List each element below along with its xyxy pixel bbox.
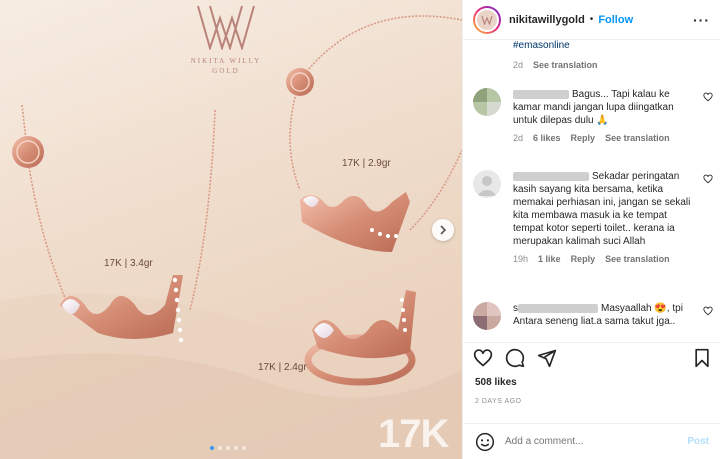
comment-like-icon[interactable] bbox=[703, 306, 713, 316]
caption-hashtag[interactable]: #emasonline bbox=[513, 40, 570, 51]
reply-button[interactable]: Reply bbox=[571, 133, 596, 143]
brand-logo: NIKITA WILLY GOLD bbox=[186, 4, 266, 75]
likes-count[interactable]: 508 likes bbox=[475, 377, 517, 388]
comment-likes[interactable]: 1 like bbox=[538, 254, 561, 264]
comment-meta: 2d 6 likes Reply See translation bbox=[513, 133, 670, 143]
bracelet-weight-label: 17K | 2.9gr bbox=[342, 158, 391, 169]
commenter-avatar[interactable] bbox=[473, 88, 501, 116]
follow-button[interactable]: Follow bbox=[598, 14, 633, 26]
carousel-dot bbox=[242, 446, 246, 450]
more-options-button[interactable]: ··· bbox=[693, 12, 710, 28]
caption-age: 2d bbox=[513, 60, 524, 70]
add-comment-bar: Post bbox=[463, 423, 720, 459]
caption-meta: 2d See translation bbox=[513, 60, 598, 70]
post-date: 2 DAYS AGO bbox=[475, 398, 522, 405]
brand-avatar-icon bbox=[481, 15, 493, 25]
avatar[interactable] bbox=[473, 5, 501, 34]
share-icon bbox=[537, 349, 557, 367]
commenter-username-blur bbox=[518, 303, 598, 313]
commenter-avatar[interactable] bbox=[473, 170, 501, 198]
next-slide-button[interactable] bbox=[432, 219, 454, 241]
carousel-dot bbox=[218, 446, 222, 450]
commenter-avatar[interactable] bbox=[473, 302, 501, 330]
see-translation-button[interactable]: See translation bbox=[605, 133, 670, 143]
comment-icon bbox=[505, 348, 525, 367]
emoji-button[interactable] bbox=[475, 432, 495, 452]
brand-name-line2: GOLD bbox=[212, 67, 240, 75]
comment-likes[interactable]: 6 likes bbox=[533, 133, 561, 143]
separator-dot: • bbox=[589, 14, 594, 25]
bookmark-icon bbox=[695, 348, 709, 367]
commenter-username[interactable] bbox=[513, 89, 569, 99]
share-button[interactable] bbox=[537, 348, 557, 368]
carousel-dot bbox=[234, 446, 238, 450]
post-header: nikitawillygold • Follow ··· bbox=[463, 0, 720, 40]
comment-button[interactable] bbox=[505, 348, 525, 368]
comment-text: Bagus... Tapi kalau ke kamar mandi janga… bbox=[513, 89, 674, 126]
post-comment-button[interactable]: Post bbox=[687, 436, 709, 447]
comment-like-icon[interactable] bbox=[703, 174, 713, 184]
comment-text: Sekadar peringatan kasih sayang kita ber… bbox=[513, 171, 691, 247]
carousel-dot bbox=[226, 446, 230, 450]
brand-name-line1: NIKITA WILLY bbox=[190, 57, 262, 65]
save-button[interactable] bbox=[693, 348, 711, 368]
comment-like-icon[interactable] bbox=[703, 92, 713, 102]
comment-item: s Masyaallah 😍, tpi Antara seneng liat.a … bbox=[473, 302, 713, 330]
necklace-weight-label: 17K | 3.4gr bbox=[104, 258, 153, 269]
reply-button[interactable]: Reply bbox=[571, 254, 596, 264]
comment-meta: 19h 1 like Reply See translation bbox=[513, 254, 670, 264]
like-button[interactable] bbox=[473, 348, 493, 368]
carousel-indicator bbox=[210, 446, 246, 450]
heart-icon bbox=[473, 348, 493, 367]
comment-item: Bagus... Tapi kalau ke kamar mandi janga… bbox=[473, 88, 713, 143]
comments-list[interactable]: #emasonline 2d See translation Bagus... … bbox=[463, 40, 720, 342]
see-translation-button[interactable]: See translation bbox=[605, 254, 670, 264]
post-media[interactable]: NIKITA WILLY GOLD 17K | 3.4gr 17K | 2.9g… bbox=[0, 0, 462, 459]
comment-item: Sekadar peringatan kasih sayang kita ber… bbox=[473, 170, 713, 264]
commenter-username[interactable] bbox=[513, 171, 589, 181]
ring-weight-label: 17K | 2.4gr bbox=[258, 362, 307, 373]
see-translation-button[interactable]: See translation bbox=[533, 60, 598, 70]
brand-monogram-icon bbox=[197, 5, 255, 52]
chevron-right-icon bbox=[440, 225, 447, 235]
karat-watermark: 17K bbox=[378, 412, 449, 456]
comment-input[interactable] bbox=[505, 436, 655, 447]
emoji-icon bbox=[475, 432, 495, 451]
username-link[interactable]: nikitawillygold bbox=[509, 14, 585, 26]
post-actions bbox=[463, 342, 720, 372]
post-sidebar: nikitawillygold • Follow ··· #emasonline… bbox=[462, 0, 720, 459]
comment-text: s Masyaallah 😍, tpi Antara seneng liat.a … bbox=[513, 303, 683, 327]
carousel-dot bbox=[210, 446, 214, 450]
